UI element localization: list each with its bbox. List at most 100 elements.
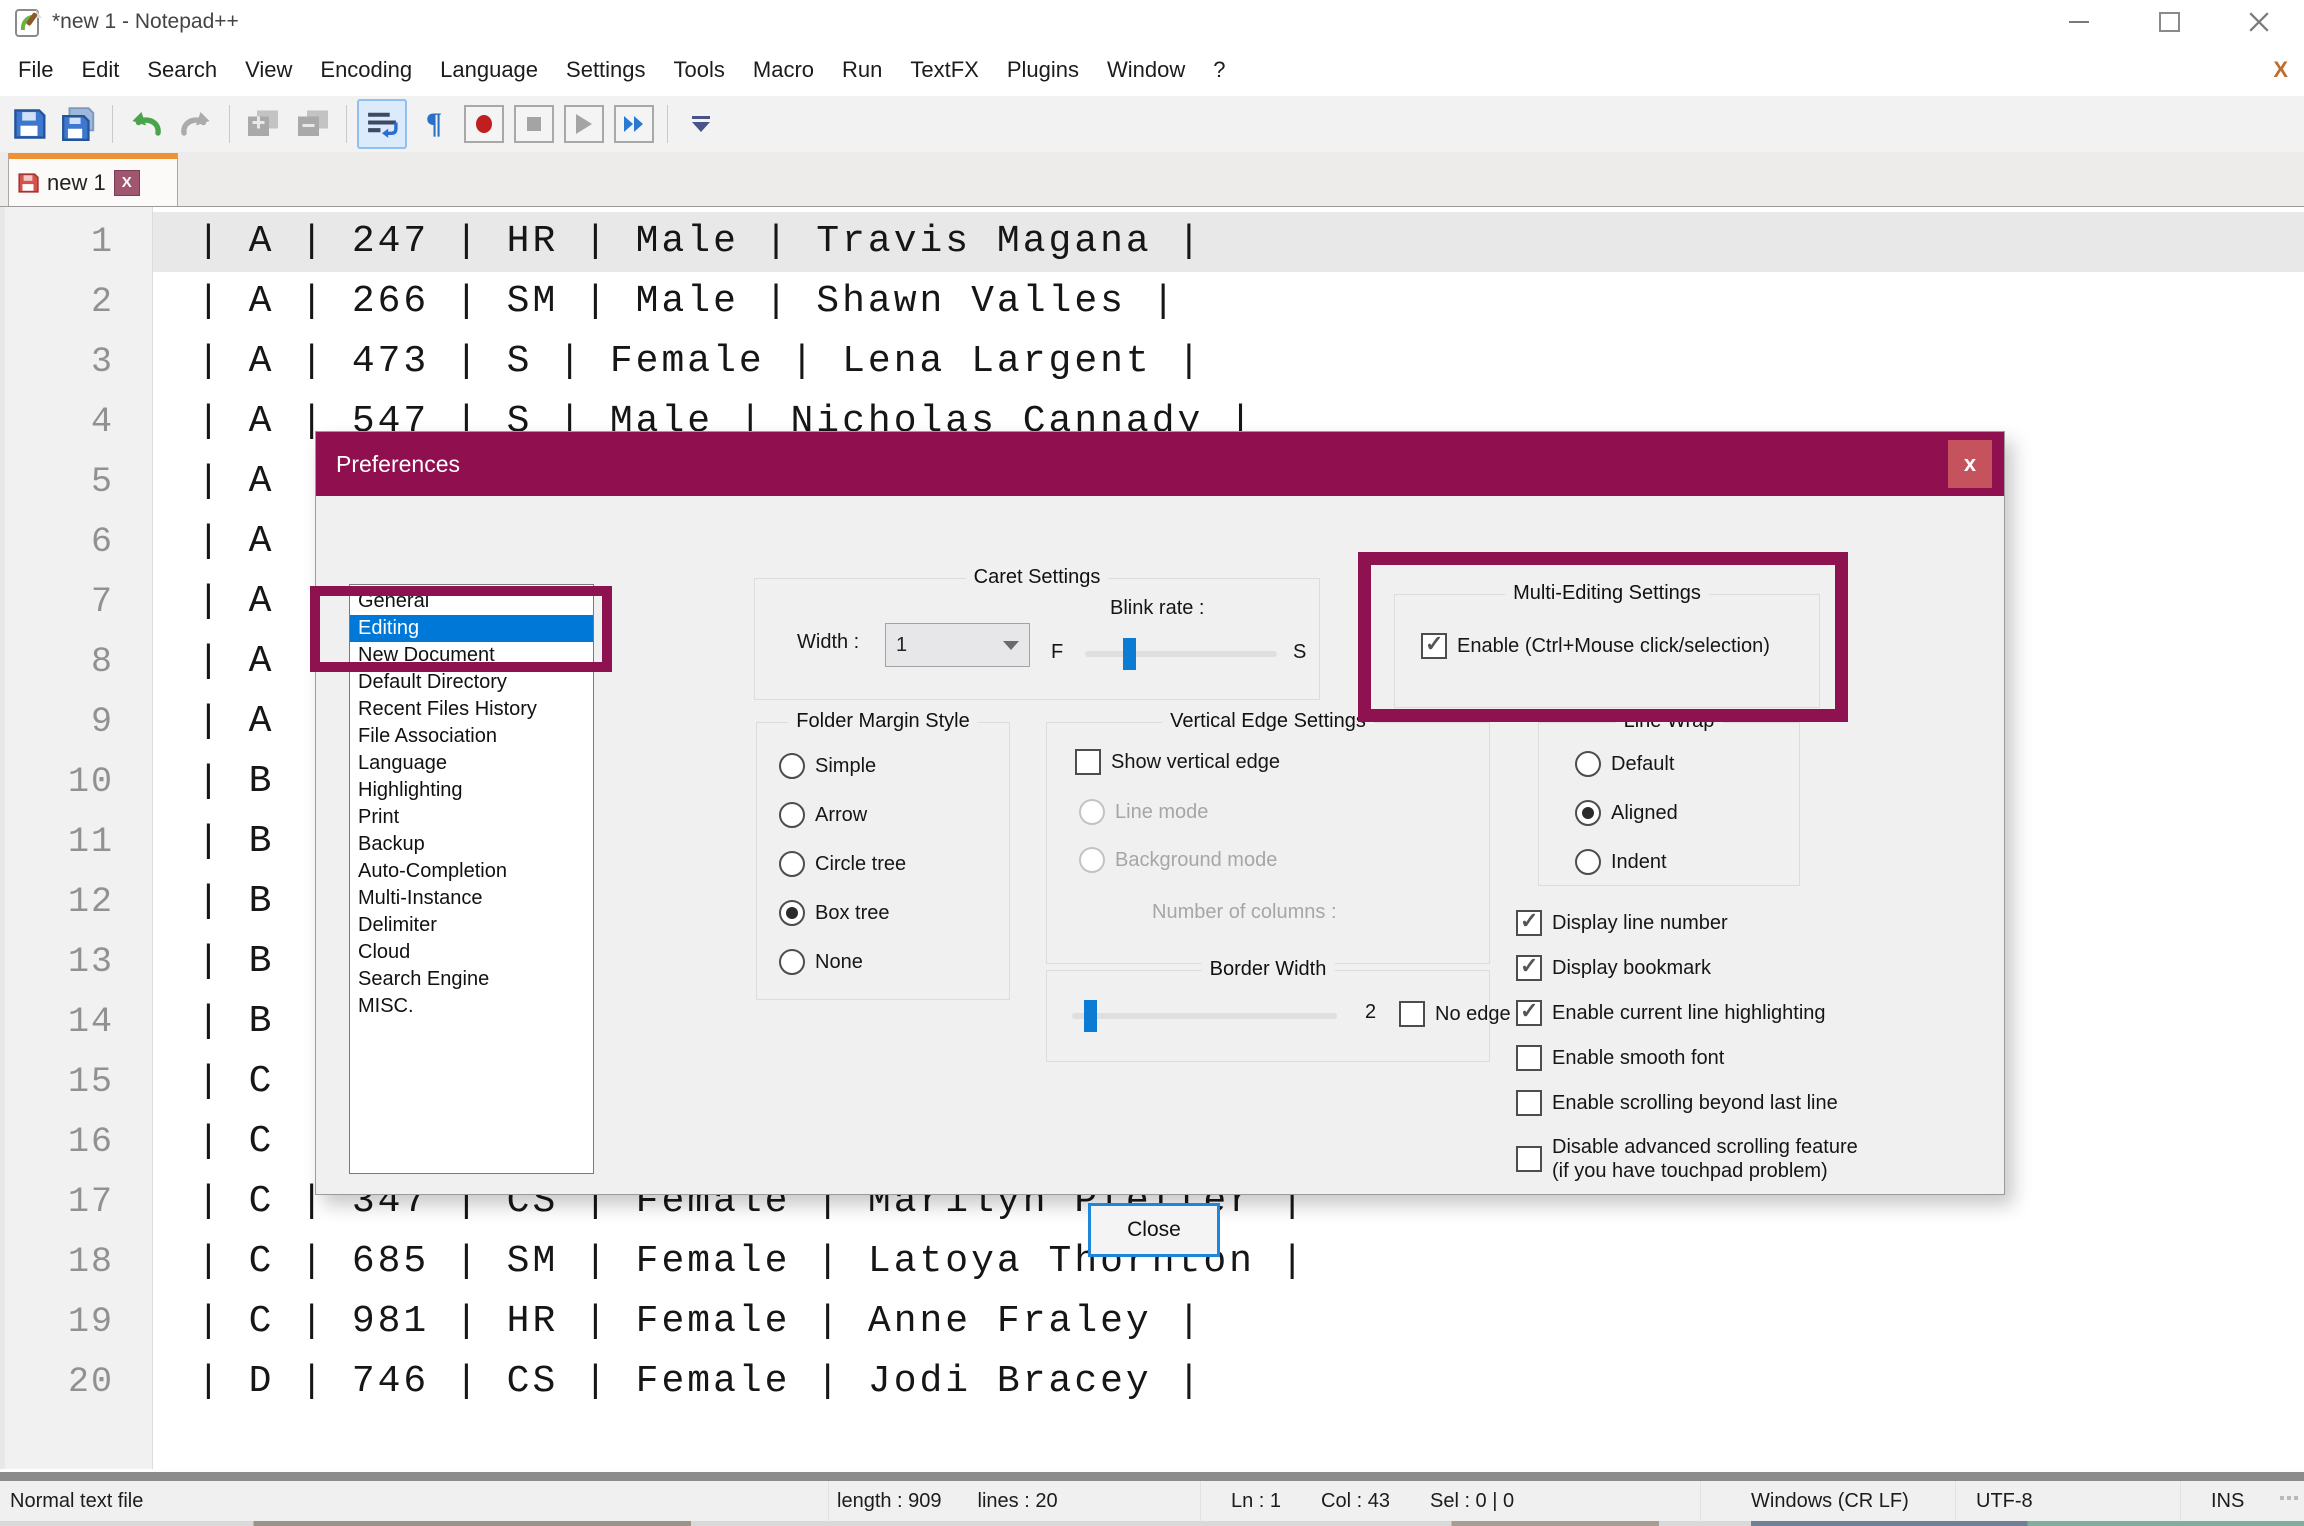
resize-grip[interactable] bbox=[2274, 1496, 2304, 1506]
line-number-12[interactable]: 12 bbox=[5, 872, 152, 932]
no-edge-row[interactable]: No edge bbox=[1399, 1001, 1511, 1027]
checkbox-row-disable-advanced-scrolling-feature[interactable]: Disable advanced scrolling feature(if yo… bbox=[1516, 1135, 1858, 1183]
tab-close-button[interactable]: X bbox=[114, 170, 140, 196]
editor-line-19[interactable]: | C | 981 | HR | Female | Anne Fraley | bbox=[153, 1292, 2304, 1352]
tab-new-1[interactable]: new 1 X bbox=[8, 153, 178, 206]
line-number-14[interactable]: 14 bbox=[5, 992, 152, 1052]
category-delimiter[interactable]: Delimiter bbox=[350, 912, 593, 939]
checkbox-row-display-bookmark[interactable]: Display bookmark bbox=[1516, 955, 1858, 981]
category-cloud[interactable]: Cloud bbox=[350, 939, 593, 966]
checkbox-enable-scrolling-beyond-last-line[interactable] bbox=[1516, 1090, 1542, 1116]
checkbox-row-enable-smooth-font[interactable]: Enable smooth font bbox=[1516, 1045, 1858, 1071]
border-width-slider-thumb[interactable] bbox=[1084, 1000, 1097, 1032]
macro-play-button[interactable] bbox=[561, 101, 607, 147]
checkbox-row-enable-current-line-highlighting[interactable]: Enable current line highlighting bbox=[1516, 1000, 1858, 1026]
category-general[interactable]: General bbox=[350, 588, 593, 615]
maximize-button[interactable] bbox=[2124, 0, 2214, 44]
save-all-button[interactable] bbox=[56, 101, 102, 147]
blink-rate-slider-thumb[interactable] bbox=[1123, 638, 1136, 670]
radio-row-none[interactable]: None bbox=[779, 949, 906, 975]
category-misc[interactable]: MISC. bbox=[350, 993, 593, 1020]
menu-item-file[interactable]: File bbox=[4, 51, 67, 89]
category-editing[interactable]: Editing bbox=[350, 615, 593, 642]
redo-button[interactable] bbox=[173, 101, 219, 147]
radio-simple[interactable] bbox=[779, 753, 805, 779]
status-eol-format[interactable]: Windows (CR LF) bbox=[1700, 1481, 1955, 1521]
multi-editing-enable-checkbox[interactable] bbox=[1421, 633, 1447, 659]
blink-rate-slider[interactable] bbox=[1085, 651, 1277, 657]
category-recent-files-history[interactable]: Recent Files History bbox=[350, 696, 593, 723]
dialog-close-button[interactable]: x bbox=[1948, 440, 1992, 488]
radio-indent[interactable] bbox=[1575, 849, 1601, 875]
menu-item-encoding[interactable]: Encoding bbox=[306, 51, 426, 89]
radio-row-aligned[interactable]: Aligned bbox=[1575, 800, 1678, 826]
menu-item-edit[interactable]: Edit bbox=[67, 51, 133, 89]
radio-row-simple[interactable]: Simple bbox=[779, 753, 906, 779]
radio-default[interactable] bbox=[1575, 751, 1601, 777]
border-width-slider[interactable] bbox=[1072, 1013, 1337, 1019]
radio-circle-tree[interactable] bbox=[779, 851, 805, 877]
line-number-1[interactable]: 1 bbox=[5, 212, 152, 272]
radio-row-arrow[interactable]: Arrow bbox=[779, 802, 906, 828]
macro-record-button[interactable] bbox=[461, 101, 507, 147]
radio-row-box-tree[interactable]: Box tree bbox=[779, 900, 906, 926]
line-number-15[interactable]: 15 bbox=[5, 1052, 152, 1112]
line-number-5[interactable]: 5 bbox=[5, 452, 152, 512]
category-search-engine[interactable]: Search Engine bbox=[350, 966, 593, 993]
line-number-2[interactable]: 2 bbox=[5, 272, 152, 332]
status-encoding[interactable]: UTF-8 bbox=[1955, 1481, 2180, 1521]
line-number-7[interactable]: 7 bbox=[5, 572, 152, 632]
macro-stop-button[interactable] bbox=[511, 101, 557, 147]
menu-item-window[interactable]: Window bbox=[1093, 51, 1199, 89]
word-wrap-button[interactable] bbox=[357, 99, 407, 149]
line-number-3[interactable]: 3 bbox=[5, 332, 152, 392]
radio-aligned[interactable] bbox=[1575, 800, 1601, 826]
show-vertical-edge-checkbox[interactable] bbox=[1075, 749, 1101, 775]
menu-item-run[interactable]: Run bbox=[828, 51, 896, 89]
dialog-title-bar[interactable]: Preferences x bbox=[316, 432, 2004, 496]
caret-width-dropdown[interactable]: 1 bbox=[885, 623, 1030, 667]
category-language[interactable]: Language bbox=[350, 750, 593, 777]
show-vertical-edge-row[interactable]: Show vertical edge bbox=[1075, 749, 1280, 775]
radio-box-tree[interactable] bbox=[779, 900, 805, 926]
editor-line-18[interactable]: | C | 685 | SM | Female | Latoya Thornto… bbox=[153, 1232, 2304, 1292]
save-button[interactable] bbox=[6, 101, 52, 147]
radio-row-circle-tree[interactable]: Circle tree bbox=[779, 851, 906, 877]
category-backup[interactable]: Backup bbox=[350, 831, 593, 858]
line-number-4[interactable]: 4 bbox=[5, 392, 152, 452]
menu-item-language[interactable]: Language bbox=[426, 51, 552, 89]
category-auto-completion[interactable]: Auto-Completion bbox=[350, 858, 593, 885]
menu-close-x[interactable]: X bbox=[2273, 57, 2288, 83]
status-insert-mode[interactable]: INS bbox=[2180, 1481, 2274, 1521]
minimize-button[interactable] bbox=[2034, 0, 2124, 44]
menu-item-tools[interactable]: Tools bbox=[660, 51, 739, 89]
editor-line-3[interactable]: | A | 473 | S | Female | Lena Largent | bbox=[153, 332, 2304, 392]
menu-item-[interactable]: ? bbox=[1199, 51, 1239, 89]
line-number-17[interactable]: 17 bbox=[5, 1172, 152, 1232]
category-default-directory[interactable]: Default Directory bbox=[350, 669, 593, 696]
radio-row-default[interactable]: Default bbox=[1575, 751, 1678, 777]
toolbar-overflow-button[interactable] bbox=[678, 101, 724, 147]
line-number-9[interactable]: 9 bbox=[5, 692, 152, 752]
zoom-out-button[interactable] bbox=[290, 101, 336, 147]
show-all-characters-button[interactable]: ¶ bbox=[411, 101, 457, 147]
category-new-document[interactable]: New Document bbox=[350, 642, 593, 669]
undo-button[interactable] bbox=[123, 101, 169, 147]
zoom-in-button[interactable] bbox=[240, 101, 286, 147]
multi-editing-enable-row[interactable]: Enable (Ctrl+Mouse click/selection) bbox=[1421, 633, 1770, 659]
checkbox-enable-smooth-font[interactable] bbox=[1516, 1045, 1542, 1071]
category-print[interactable]: Print bbox=[350, 804, 593, 831]
radio-arrow[interactable] bbox=[779, 802, 805, 828]
no-edge-checkbox[interactable] bbox=[1399, 1001, 1425, 1027]
line-number-6[interactable]: 6 bbox=[5, 512, 152, 572]
dialog-close-footer-button[interactable]: Close bbox=[1088, 1203, 1220, 1257]
category-highlighting[interactable]: Highlighting bbox=[350, 777, 593, 804]
radio-row-indent[interactable]: Indent bbox=[1575, 849, 1678, 875]
menu-item-settings[interactable]: Settings bbox=[552, 51, 660, 89]
checkbox-enable-current-line-highlighting[interactable] bbox=[1516, 1000, 1542, 1026]
checkbox-disable-advanced-scrolling-feature[interactable] bbox=[1516, 1146, 1542, 1172]
line-number-margin[interactable]: 1234567891011121314151617181920 bbox=[5, 207, 153, 1469]
line-number-19[interactable]: 19 bbox=[5, 1292, 152, 1352]
line-number-18[interactable]: 18 bbox=[5, 1232, 152, 1292]
line-number-20[interactable]: 20 bbox=[5, 1352, 152, 1412]
